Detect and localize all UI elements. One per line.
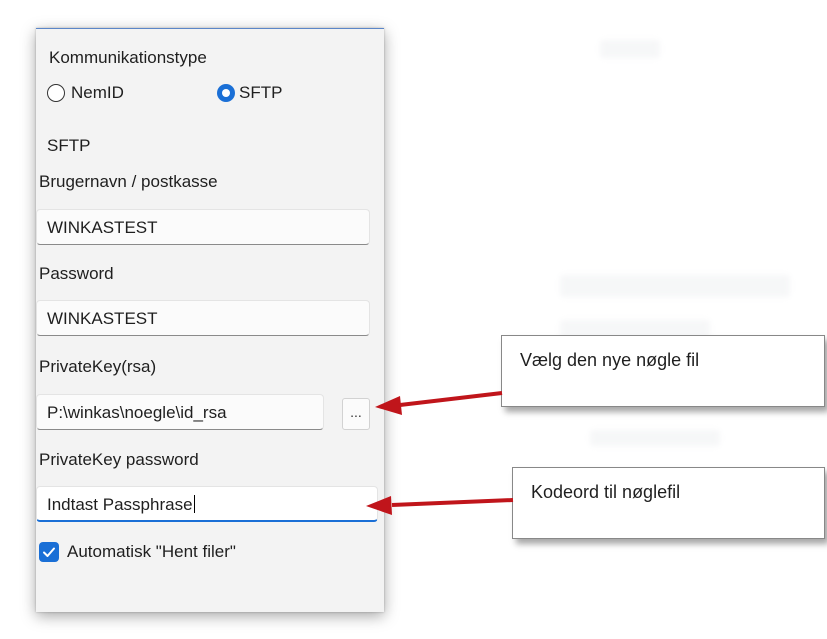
screenshot-stage: Kommunikationstype NemID SFTP SFTP Bruge… [0,0,827,639]
arrow-to-browse-icon [375,391,503,415]
arrow-to-password-field-icon [366,496,514,515]
arrows-overlay [366,391,514,515]
